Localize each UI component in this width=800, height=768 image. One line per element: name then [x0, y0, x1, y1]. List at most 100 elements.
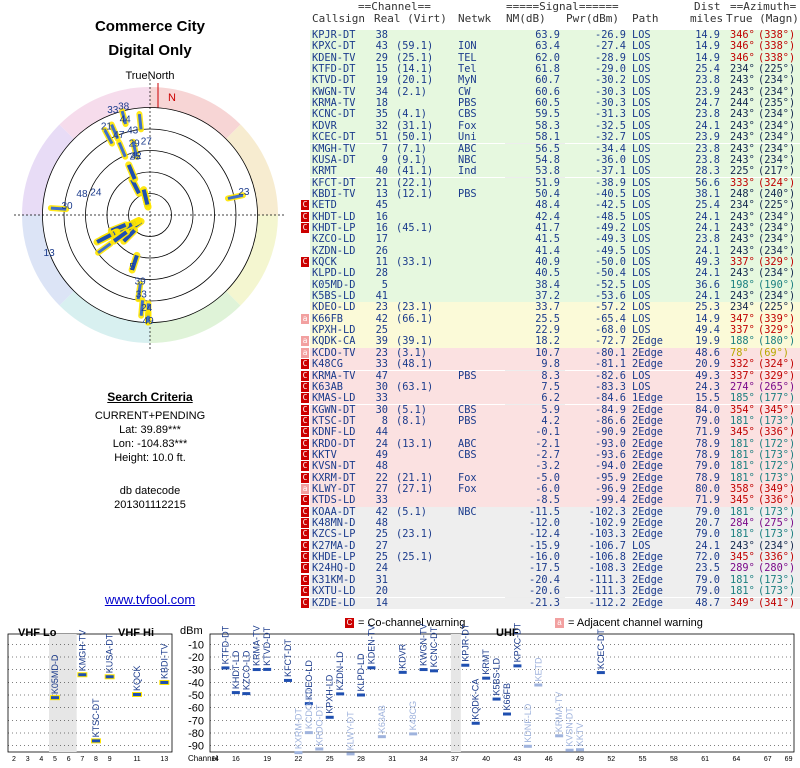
cell-nm: 8.3 — [541, 369, 560, 382]
cell-nm: 41.7 — [535, 221, 560, 234]
cochannel-warning: C — [301, 540, 309, 551]
cell-pwr: -32.7 — [595, 131, 626, 144]
cell-path: 2Edge — [632, 437, 663, 450]
cell-path: LOS — [632, 85, 651, 98]
cell-path: LOS — [632, 539, 651, 552]
station-mark — [51, 696, 59, 700]
cell-dist: 24.1 — [695, 267, 720, 280]
station-mark — [105, 675, 114, 679]
cell-dist: 48.6 — [695, 346, 720, 359]
site-link[interactable]: www.tvfool.com — [0, 592, 300, 607]
location-title: Commerce City — [94, 18, 206, 35]
polar-plot: N252747443342294321382448302313539332449 — [14, 79, 286, 351]
cell-virt: (8.1) — [396, 414, 427, 427]
cell-path: LOS — [632, 301, 651, 314]
adjacent-warning: a — [301, 484, 309, 494]
cell-real: 48 — [375, 517, 388, 530]
station-label: KXRM-DT — [293, 708, 303, 749]
channel-label: 42 — [131, 151, 143, 162]
cell-pwr: -50.0 — [595, 256, 626, 268]
station-mark — [596, 671, 605, 675]
cochannel-warning: C — [301, 438, 309, 449]
station-row[interactable]: KZDE-LD 14 -21.3 -112.2 2Edge 48.7 349° (341°) C — [301, 596, 800, 609]
cell-net: PBS — [458, 97, 477, 110]
cell-real: 31 — [375, 573, 388, 586]
cell-pwr: -40.5 — [595, 187, 626, 200]
x-tick-label: 7 — [80, 756, 84, 763]
cell-real: 9 — [381, 153, 388, 166]
cell-nm: -11.5 — [529, 505, 560, 518]
cell-dist: 71.9 — [695, 426, 720, 439]
cell-call: KWGN-TV — [312, 85, 356, 98]
station-mark — [513, 664, 522, 668]
cell-nm: -8.5 — [535, 494, 560, 507]
station-label: KQDK-CA — [471, 679, 481, 720]
cell-real: 42 — [375, 312, 388, 325]
cell-az: 243° — [730, 85, 755, 98]
cell-nm: -16.0 — [529, 551, 560, 564]
cell-virt: (14.1) — [396, 63, 434, 76]
cell-dist: 71.9 — [695, 494, 720, 507]
cell-call: KRDO-DT — [312, 437, 356, 450]
station-mark — [430, 669, 438, 673]
cell-mag: (280°) — [758, 562, 796, 575]
x-tick-label: 8 — [94, 756, 98, 763]
cochannel-warning: C — [301, 381, 309, 392]
page: { "title_line1": "Commerce City", "title… — [0, 0, 800, 768]
cell-mag: (173°) — [758, 414, 796, 427]
cell-pwr: -106.7 — [588, 539, 626, 552]
cell-nm: 59.5 — [535, 108, 560, 121]
x-tick-label: 4 — [39, 756, 43, 763]
cell-mag: (336°) — [758, 494, 796, 507]
cell-dist: 38.1 — [695, 187, 720, 200]
cell-nm: 38.4 — [535, 278, 560, 291]
cell-dist: 78.9 — [695, 437, 720, 450]
cell-az: 225° — [730, 165, 755, 178]
cell-call: K31KM-D — [312, 573, 356, 586]
cell-dist: 56.6 — [695, 176, 720, 189]
cell-real: 25 — [375, 551, 388, 564]
cell-real: 51 — [375, 131, 388, 144]
cell-call: KMGH-TV — [312, 142, 356, 155]
station-label: KPJR-DT — [460, 623, 470, 662]
channel-label: 33 — [107, 105, 119, 116]
cell-virt: (48.1) — [396, 358, 434, 371]
cell-pwr: -96.9 — [595, 483, 626, 495]
cell-net: Fox — [458, 471, 477, 484]
cell-mag: (324°) — [758, 358, 796, 371]
cell-nm: 58.1 — [535, 131, 560, 144]
cell-call: KFCT-DT — [312, 176, 356, 189]
cochannel-warning: C — [301, 427, 309, 438]
cell-nm: 53.8 — [535, 165, 560, 178]
cell-mag: (173°) — [758, 573, 796, 586]
cell-mag: (234°) — [758, 74, 796, 87]
cell-nm: 41.4 — [535, 244, 560, 257]
cochannel-warning: C — [301, 586, 309, 597]
cell-path: LOS — [632, 380, 651, 393]
cell-path: LOS — [632, 199, 651, 212]
cell-call: KHDT-LD — [312, 210, 356, 223]
cell-net: ION — [458, 40, 477, 53]
station-label: KLWY-DT — [346, 711, 356, 751]
cell-real: 45 — [375, 199, 388, 212]
cell-call: KZDE-LD — [312, 596, 356, 609]
cell-az: 274° — [730, 380, 755, 393]
channel-chart: -10-20-30-40-50-60-70-80-90 dBm VHF Lo VHF … — [7, 622, 795, 763]
station-label: KQCK — [132, 665, 142, 691]
cell-mag: (177°) — [758, 392, 796, 405]
cell-call: KGWN-DT — [312, 403, 356, 416]
cell-call: KXTU-LD — [312, 585, 356, 598]
vhf-panel — [7, 633, 173, 753]
x-tick-label: 22 — [295, 756, 303, 763]
cell-dist: 14.9 — [695, 29, 720, 41]
station-label: KLPD-LD — [356, 653, 366, 692]
cell-pwr: -99.4 — [595, 494, 626, 507]
cell-pwr: -102.3 — [588, 505, 626, 518]
cell-path: LOS — [632, 256, 651, 268]
adjacent-warning: a — [301, 347, 309, 358]
channel-label: 39 — [135, 277, 147, 288]
cell-nm: -6.0 — [535, 483, 560, 495]
station-mark — [284, 678, 292, 682]
station-label: KTSC-DT — [91, 698, 101, 737]
cell-mag: (173°) — [758, 528, 796, 541]
